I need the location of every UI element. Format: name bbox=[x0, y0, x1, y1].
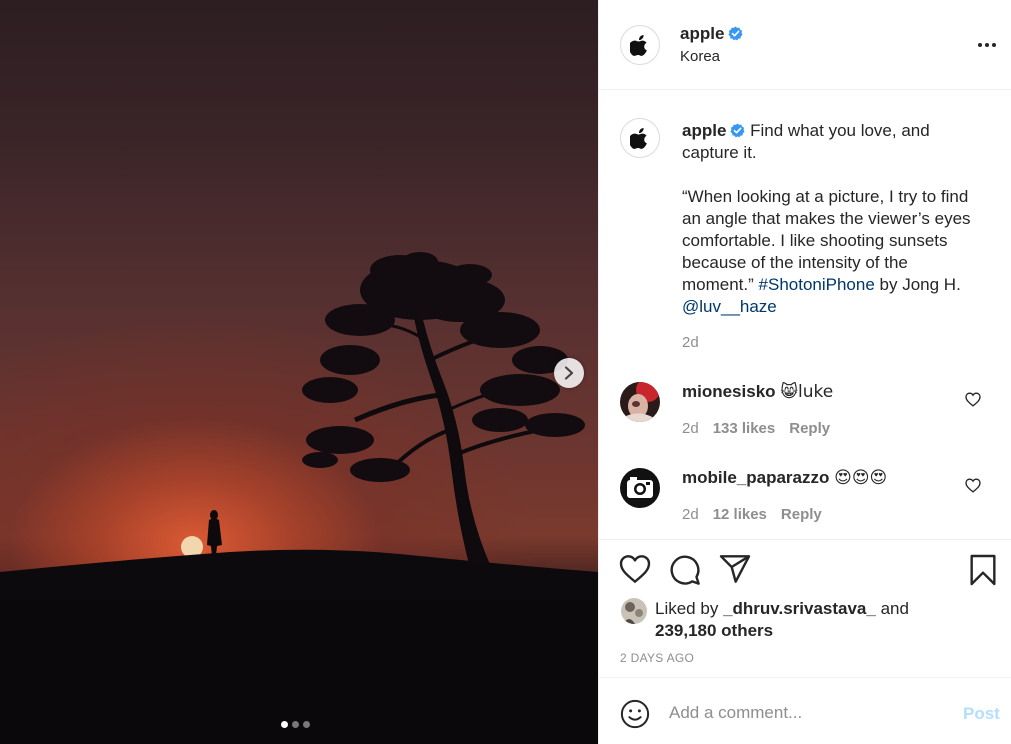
post-header: apple Korea bbox=[599, 0, 1011, 90]
paper-plane-icon[interactable] bbox=[719, 554, 751, 584]
liker-avatar[interactable] bbox=[621, 598, 647, 624]
liked-by-conj: and bbox=[880, 599, 909, 618]
verified-badge-icon bbox=[730, 123, 745, 138]
reply-button[interactable]: Reply bbox=[781, 506, 822, 523]
comment-bubble-icon[interactable] bbox=[669, 554, 701, 586]
hashtag-link[interactable]: #ShotoniPhone bbox=[759, 275, 875, 294]
heart-icon[interactable] bbox=[619, 554, 651, 584]
comment-body: 😸luke bbox=[780, 382, 834, 402]
comment-meta: 2d 12 likes Reply bbox=[682, 506, 822, 523]
author-name[interactable]: apple bbox=[680, 24, 724, 43]
author-username[interactable]: apple bbox=[680, 24, 743, 44]
commenter-username[interactable]: mobile_paparazzo bbox=[682, 468, 829, 487]
comment-text: mobile_paparazzo 😍😍😍 bbox=[682, 468, 887, 488]
liked-by-prefix: Liked by bbox=[655, 599, 719, 618]
post-date[interactable]: 2 DAYS AGO bbox=[620, 651, 694, 665]
liker-username[interactable]: _dhruv.srivastava_ bbox=[723, 599, 876, 618]
commenter-avatar[interactable] bbox=[620, 382, 660, 422]
comment-meta: 2d 133 likes Reply bbox=[682, 420, 830, 437]
carousel-dot bbox=[281, 721, 288, 728]
post-comment-button[interactable]: Post bbox=[963, 704, 1000, 724]
comment-likes[interactable]: 133 likes bbox=[713, 420, 776, 437]
likes-count[interactable]: 239,180 others bbox=[655, 621, 773, 640]
post-caption: apple Find what you love, and capture it… bbox=[682, 120, 982, 318]
comment-time[interactable]: 2d bbox=[682, 506, 699, 523]
avatar-image bbox=[621, 598, 647, 624]
add-comment-bar: Post bbox=[599, 678, 1011, 744]
post-details-panel: apple Korea apple Find what you love, an… bbox=[598, 0, 1011, 744]
comment-item: mobile_paparazzo 😍😍😍 2d 12 likes Reply bbox=[599, 468, 1011, 538]
comment-input[interactable] bbox=[669, 700, 939, 726]
post-actions: Liked by _dhruv.srivastava_ and 239,180 … bbox=[599, 540, 1011, 678]
more-options-icon[interactable] bbox=[977, 36, 997, 54]
apple-logo-icon bbox=[630, 128, 647, 149]
reply-button[interactable]: Reply bbox=[789, 420, 830, 437]
comment-time[interactable]: 2d bbox=[682, 420, 699, 437]
caption-author-avatar[interactable] bbox=[620, 118, 660, 158]
comment-body: 😍😍😍 bbox=[834, 468, 888, 488]
caption-author-username[interactable]: apple bbox=[682, 121, 726, 140]
bookmark-icon[interactable] bbox=[969, 554, 997, 586]
post-location[interactable]: Korea bbox=[680, 48, 720, 65]
author-avatar[interactable] bbox=[620, 25, 660, 65]
sunset-scene bbox=[0, 252, 598, 744]
next-photo-button[interactable] bbox=[554, 358, 584, 388]
commenter-avatar[interactable] bbox=[620, 468, 660, 508]
comment-text: mionesisko 😸luke bbox=[682, 382, 833, 402]
likes-text: Liked by _dhruv.srivastava_ and 239,180 … bbox=[655, 598, 935, 642]
smiley-icon[interactable] bbox=[620, 699, 650, 729]
caption-timestamp[interactable]: 2d bbox=[682, 334, 699, 351]
apple-logo-icon bbox=[630, 35, 647, 56]
verified-badge-icon bbox=[728, 26, 743, 41]
likes-summary: Liked by _dhruv.srivastava_ and 239,180 … bbox=[621, 598, 935, 642]
caption-byline: by Jong H. bbox=[879, 275, 961, 294]
carousel-indicator bbox=[281, 721, 310, 728]
avatar-image bbox=[620, 468, 660, 508]
carousel-dot bbox=[292, 721, 299, 728]
mention-link[interactable]: @luv__haze bbox=[682, 297, 777, 316]
carousel-dot bbox=[303, 721, 310, 728]
post-photo[interactable] bbox=[0, 0, 598, 744]
comment-item: mionesisko 😸luke 2d 133 likes Reply bbox=[599, 382, 1011, 452]
comment-like-heart-icon[interactable] bbox=[965, 392, 981, 407]
comments-section: apple Find what you love, and capture it… bbox=[599, 90, 1011, 540]
chevron-right-icon bbox=[564, 366, 574, 380]
commenter-username[interactable]: mionesisko bbox=[682, 382, 776, 401]
avatar-image bbox=[620, 382, 660, 422]
comment-like-heart-icon[interactable] bbox=[965, 478, 981, 493]
comment-likes[interactable]: 12 likes bbox=[713, 506, 767, 523]
